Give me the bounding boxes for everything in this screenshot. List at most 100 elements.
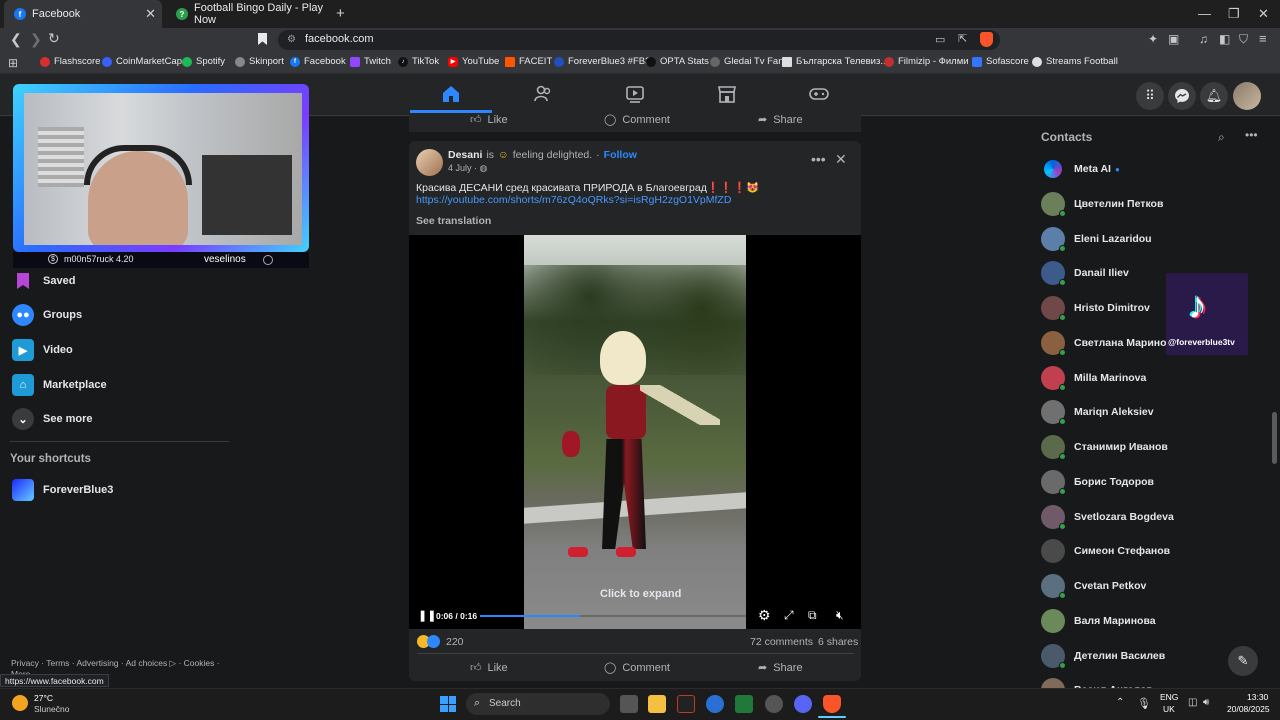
shortcut-foreverblue3[interactable]: ForeverBlue3 <box>12 479 113 501</box>
bookmark-twitch[interactable]: Twitch <box>350 56 391 67</box>
close-tab-icon[interactable]: ✕ <box>145 6 156 22</box>
shares-count[interactable]: 6 shares <box>818 636 858 648</box>
contact-item[interactable]: Meta AI ● <box>1041 157 1120 181</box>
sidebar-item-video[interactable]: ▶ Video <box>12 339 73 361</box>
sidebar-item-saved[interactable]: Saved <box>12 270 75 292</box>
vpn-app-icon[interactable] <box>706 695 724 713</box>
contact-item[interactable]: Симеон Стефанов <box>1041 539 1170 564</box>
steam-icon[interactable] <box>765 695 783 713</box>
clock-time[interactable]: 13:30 <box>1247 692 1268 702</box>
reactions-summary[interactable]: 220 <box>417 635 464 648</box>
more-options-icon[interactable]: ••• <box>811 151 826 167</box>
hide-post-icon[interactable]: ✕ <box>835 151 847 168</box>
post-link[interactable]: https://youtube.com/shorts/m76zQ4oQRks?s… <box>416 194 731 206</box>
contact-item[interactable]: Детелин Василев <box>1041 643 1165 669</box>
author-name[interactable]: Desani <box>448 149 482 161</box>
comments-count[interactable]: 72 comments <box>750 636 813 648</box>
bookmark-facebook[interactable]: f Facebook <box>290 56 346 67</box>
picture-in-picture-icon[interactable]: ⧉ <box>808 608 817 623</box>
address-bar[interactable] <box>278 30 1000 50</box>
spreadsheet-app-icon[interactable] <box>735 695 753 713</box>
close-window-icon[interactable]: ✕ <box>1258 6 1269 22</box>
contacts-search-icon[interactable]: ⌕ <box>1218 130 1225 145</box>
menu-icon[interactable]: ≡ <box>1259 31 1267 46</box>
contact-item[interactable]: Eleni Lazaridou <box>1041 226 1152 252</box>
pause-icon[interactable]: ❚❚ <box>418 609 436 622</box>
bookmark-bg-tv[interactable]: Българска Телевиз... <box>782 56 888 67</box>
media-icon[interactable]: ▣ <box>1168 32 1179 46</box>
contact-item[interactable]: Борис Тодоров <box>1041 469 1154 495</box>
contact-item[interactable]: Станимир Иванов <box>1041 435 1168 460</box>
bookmark-foreverblue3[interactable]: ForeverBlue3 #FB3 <box>554 56 650 67</box>
bookmark-streams-football[interactable]: Streams Football <box>1032 56 1118 67</box>
contacts-options-icon[interactable]: ••• <box>1245 128 1258 142</box>
contact-item[interactable]: Milla Marinova <box>1041 365 1146 391</box>
task-view-icon[interactable] <box>620 695 638 713</box>
settings-gear-icon[interactable]: ⚙ <box>758 607 771 624</box>
volume-icon[interactable]: 🔊︎ <box>1203 697 1209 708</box>
prev-like-button[interactable]: 👍︎ Like <box>470 113 508 127</box>
new-tab-button[interactable]: + <box>336 5 345 22</box>
mute-icon[interactable]: 🔇︎ <box>836 608 844 623</box>
brave-shield-icon[interactable] <box>980 32 993 47</box>
reload-icon[interactable]: ↻ <box>48 30 60 47</box>
like-button[interactable]: 👍︎ Like <box>470 661 508 675</box>
post-date[interactable]: 4 July · ◍ <box>448 163 487 174</box>
file-explorer-icon[interactable] <box>648 695 666 713</box>
bookmark-spotify[interactable]: Spotify <box>182 56 225 67</box>
taskbar-search-box[interactable] <box>466 693 610 715</box>
forward-icon[interactable]: ❯ <box>30 31 42 48</box>
gaming-icon[interactable] <box>809 84 829 104</box>
prev-share-button[interactable]: ➦ Share <box>758 113 803 127</box>
share-page-icon[interactable]: ⇱ <box>958 32 967 45</box>
contact-item[interactable]: Danail Iliev <box>1041 261 1129 287</box>
contact-item[interactable]: Светлана Маринова <box>1041 330 1179 356</box>
network-icon[interactable]: ◫ <box>1188 697 1197 708</box>
bookmark-opta-stats[interactable]: OPTA Stats <box>646 56 709 67</box>
contact-item[interactable]: Цветелин Петков <box>1041 191 1163 217</box>
extensions-icon[interactable]: ✦ <box>1148 32 1158 46</box>
bookmark-filmizip[interactable]: Filmizip - Филми <box>884 56 969 67</box>
bookmark-coinmarketcap[interactable]: CoinMarketCap <box>102 56 182 67</box>
home-icon[interactable] <box>441 84 461 104</box>
messenger-button[interactable] <box>1168 82 1196 110</box>
page-scrollbar[interactable] <box>1272 412 1277 464</box>
menu-grid-button[interactable]: ⠿ <box>1136 82 1164 110</box>
microphone-icon[interactable]: 🎙︎ <box>1137 697 1151 710</box>
url-text[interactable]: facebook.com <box>305 33 373 45</box>
weather-temp[interactable]: 27°C <box>34 693 53 703</box>
discord-icon[interactable] <box>794 695 812 713</box>
contact-item[interactable]: Mariqn Aleksiev <box>1041 400 1154 426</box>
music-icon[interactable]: ♫ <box>1199 32 1208 46</box>
tab-football-bingo[interactable]: ? Football Bingo Daily - Play Now <box>166 0 330 28</box>
sidebar-item-marketplace[interactable]: ⌂ Marketplace <box>12 374 107 396</box>
author-avatar[interactable] <box>416 149 443 176</box>
language-bottom[interactable]: UK <box>1163 704 1175 714</box>
prev-comment-button[interactable]: ◯ Comment <box>604 113 670 127</box>
new-message-button[interactable]: ✎ <box>1228 646 1258 676</box>
bookmark-skinport[interactable]: Skinport <box>235 56 284 67</box>
bookmark-youtube[interactable]: ▶ YouTube <box>448 56 499 67</box>
tab-facebook[interactable]: f Facebook ✕ <box>4 0 162 28</box>
back-icon[interactable]: ❮ <box>10 31 22 48</box>
bookmark-tiktok[interactable]: ♪ TikTok <box>398 56 439 67</box>
fullscreen-icon[interactable]: ⤢ <box>784 608 794 623</box>
bookmark-faceit[interactable]: FACEIT <box>505 56 552 67</box>
windows-start-icon[interactable] <box>440 696 456 712</box>
vpn-icon[interactable]: ⛉ <box>1239 32 1248 47</box>
weather-desc[interactable]: Slunečno <box>34 704 69 714</box>
site-info-icon[interactable]: ⚙ <box>287 34 296 45</box>
follow-link[interactable]: Follow <box>604 149 637 161</box>
contact-item[interactable]: Hristo Dimitrov <box>1041 296 1150 321</box>
sidebar-see-more[interactable]: ⌄ See more <box>12 408 93 430</box>
minimize-icon[interactable]: — <box>1198 6 1211 21</box>
restore-icon[interactable]: ❐ <box>1228 6 1240 22</box>
clock-date[interactable]: 20/08/2025 <box>1227 704 1270 714</box>
bookmark-flashscore[interactable]: Flashscore <box>40 56 100 67</box>
contact-item[interactable]: Svetlozara Bogdeva <box>1041 504 1174 530</box>
marketplace-tab-icon[interactable] <box>717 84 737 104</box>
app-red-icon[interactable] <box>677 695 695 713</box>
profile-avatar[interactable] <box>1233 82 1261 110</box>
sidebar-toggle-icon[interactable]: ◧ <box>1219 32 1230 46</box>
video-tab-icon[interactable] <box>625 84 645 104</box>
